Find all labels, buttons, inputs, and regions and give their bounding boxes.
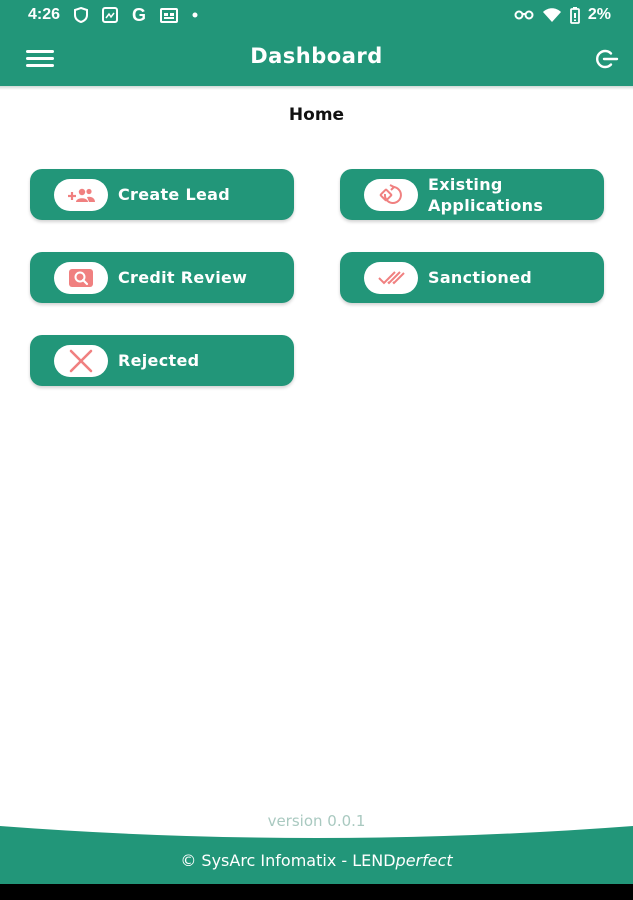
footer-copyright: © SysArc Infomatix - LENDperfect [0,851,633,870]
battery-icon [569,6,580,24]
glasses-icon [514,10,534,20]
existing-applications-icon [364,178,418,211]
status-bar: 4:26 G 2% [0,0,633,30]
app-bar-title: Dashboard [250,44,383,68]
google-icon: G [132,4,147,25]
app-bar: Dashboard [0,30,633,86]
create-lead-button[interactable]: Create Lead [30,169,294,220]
double-check-icon [364,261,418,294]
rejected-label: Rejected [118,351,200,370]
create-lead-label: Create Lead [118,185,230,204]
dot-icon [192,12,198,18]
sanctioned-label: Sanctioned [428,268,533,287]
close-icon [54,344,108,377]
app-bar-shadow [0,86,633,90]
wifi-icon [542,7,562,23]
existing-applications-button[interactable]: Existing Applications [340,169,604,220]
image-icon [102,7,119,23]
add-user-icon [54,178,108,211]
brand-suffix: perfect [395,851,453,870]
credit-review-label: Credit Review [118,268,248,287]
search-icon [54,261,108,294]
page-title: Home [288,105,345,125]
sanctioned-button[interactable]: Sanctioned [340,252,604,303]
system-nav-bar [0,884,633,900]
existing-applications-label: Existing Applications [428,174,544,215]
credit-review-button[interactable]: Credit Review [30,252,294,303]
status-time: 4:26 [28,6,61,23]
shield-icon [74,7,89,23]
logout-icon[interactable] [593,46,619,72]
copyright-text: © SysArc Infomatix - LEND [180,851,396,870]
calendar-icon [160,7,179,23]
rejected-button[interactable]: Rejected [30,335,294,386]
battery-level: 2% [587,6,611,23]
